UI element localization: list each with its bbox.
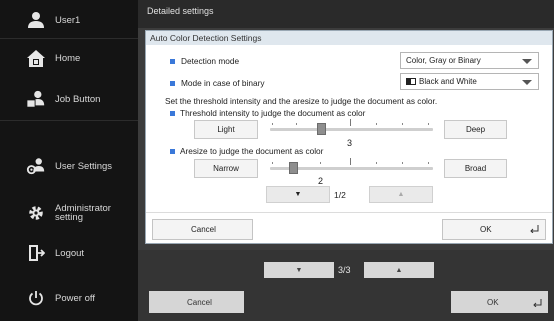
enter-icon xyxy=(530,225,539,235)
sidebar-item-label: Administrator setting xyxy=(55,203,111,223)
chevron-down-icon xyxy=(522,80,532,85)
light-button-label: Light xyxy=(217,125,235,134)
instruction-text: Set the threshold intensity and the ares… xyxy=(165,96,438,106)
chevron-down-icon xyxy=(522,59,532,64)
aresize-slider-thumb[interactable] xyxy=(289,162,298,174)
bg-cancel-label: Cancel xyxy=(187,297,212,307)
deep-button-label: Deep xyxy=(465,125,486,134)
home-icon xyxy=(26,48,46,68)
sidebar-item-user[interactable]: User1 xyxy=(0,0,138,40)
user-icon xyxy=(26,10,46,30)
bullet-icon xyxy=(170,81,175,86)
slider-tick xyxy=(428,123,429,125)
gear-icon xyxy=(26,203,46,223)
cancel-button[interactable]: Cancel xyxy=(152,219,253,240)
dialog-title: Auto Color Detection Settings xyxy=(146,31,552,45)
header-bar: Detailed settings xyxy=(138,0,554,28)
auto-color-detection-dialog: Auto Color Detection Settings Detection … xyxy=(145,30,553,244)
enter-icon xyxy=(533,299,542,309)
detection-mode-label: Detection mode xyxy=(181,56,240,66)
bg-ok-button[interactable]: OK xyxy=(451,291,548,313)
bullet-icon xyxy=(170,59,175,64)
sidebar-item-label: Power off xyxy=(55,292,95,304)
narrow-button[interactable]: Narrow xyxy=(194,159,258,178)
broad-button[interactable]: Broad xyxy=(444,159,507,178)
sidebar-item-label: Logout xyxy=(55,247,85,259)
slider-tick xyxy=(402,162,403,164)
logout-icon xyxy=(26,243,46,263)
sidebar-item-home[interactable]: Home xyxy=(0,38,138,78)
binary-mode-label: Mode in case of binary xyxy=(181,78,265,88)
light-button[interactable]: Light xyxy=(194,120,258,139)
threshold-label: Threshold intensity to judge the documen… xyxy=(180,108,366,118)
sidebar-item-user-settings[interactable]: User Settings xyxy=(0,146,138,186)
page-up-button[interactable]: ▲ xyxy=(369,186,433,203)
bg-page-down-button[interactable]: ▼ xyxy=(264,262,334,278)
sidebar: User1 Home Job Button User Settings Admi… xyxy=(0,0,138,321)
broad-button-label: Broad xyxy=(464,164,487,173)
threshold-slider-thumb[interactable] xyxy=(317,123,326,135)
deep-button[interactable]: Deep xyxy=(444,120,507,139)
triangle-up-icon: ▲ xyxy=(397,191,405,198)
narrow-button-label: Narrow xyxy=(213,164,239,173)
triangle-up-icon: ▲ xyxy=(395,266,403,274)
bullet-icon xyxy=(170,111,175,116)
slider-tick xyxy=(296,123,297,125)
divider xyxy=(146,212,552,213)
user-settings-icon xyxy=(26,156,46,176)
slider-tick xyxy=(320,162,321,164)
slider-tick xyxy=(272,162,273,164)
binary-mode-dropdown[interactable]: Black and White xyxy=(400,73,539,90)
bullet-icon xyxy=(170,149,175,154)
sidebar-item-label: Home xyxy=(55,52,81,64)
sidebar-item-power-off[interactable]: Power off xyxy=(0,278,138,318)
slider-tick xyxy=(350,158,351,165)
aresize-label: Aresize to judge the document as color xyxy=(180,146,324,156)
sidebar-item-label: Job Button xyxy=(55,93,101,105)
threshold-value: 3 xyxy=(347,138,353,148)
slider-tick xyxy=(350,119,351,126)
bg-page-up-button[interactable]: ▲ xyxy=(364,262,434,278)
ok-label: OK xyxy=(480,225,492,234)
slider-tick xyxy=(402,123,403,125)
page-title: Detailed settings xyxy=(147,6,214,16)
cancel-label: Cancel xyxy=(191,225,216,234)
sidebar-item-logout[interactable]: Logout xyxy=(0,233,138,273)
ok-button[interactable]: OK xyxy=(442,219,546,240)
page-down-button[interactable]: ▼ xyxy=(266,186,330,203)
aresize-value: 2 xyxy=(318,176,324,186)
sidebar-item-job-button[interactable]: Job Button xyxy=(0,79,138,119)
slider-tick xyxy=(376,123,377,125)
bg-cancel-button[interactable]: Cancel xyxy=(149,291,244,313)
black-white-icon xyxy=(406,78,416,85)
power-icon xyxy=(26,288,46,308)
job-button-icon xyxy=(26,89,46,109)
divider xyxy=(0,120,138,121)
dialog-page-indicator: 1/2 xyxy=(334,190,346,200)
bg-ok-label: OK xyxy=(487,297,499,307)
sidebar-item-administrator-setting[interactable]: Administrator setting xyxy=(0,193,138,233)
sidebar-item-label: User Settings xyxy=(55,160,113,172)
binary-mode-value: Black and White xyxy=(419,77,477,86)
detection-mode-dropdown[interactable]: Color, Gray or Binary xyxy=(400,52,539,69)
sidebar-item-label: User1 xyxy=(55,14,81,26)
slider-tick xyxy=(428,162,429,164)
bg-page-indicator: 3/3 xyxy=(338,265,351,275)
slider-tick xyxy=(376,162,377,164)
triangle-down-icon: ▼ xyxy=(295,266,303,274)
threshold-slider[interactable] xyxy=(270,128,433,131)
triangle-down-icon: ▼ xyxy=(294,191,302,198)
detection-mode-value: Color, Gray or Binary xyxy=(406,56,481,65)
slider-tick xyxy=(272,123,273,125)
